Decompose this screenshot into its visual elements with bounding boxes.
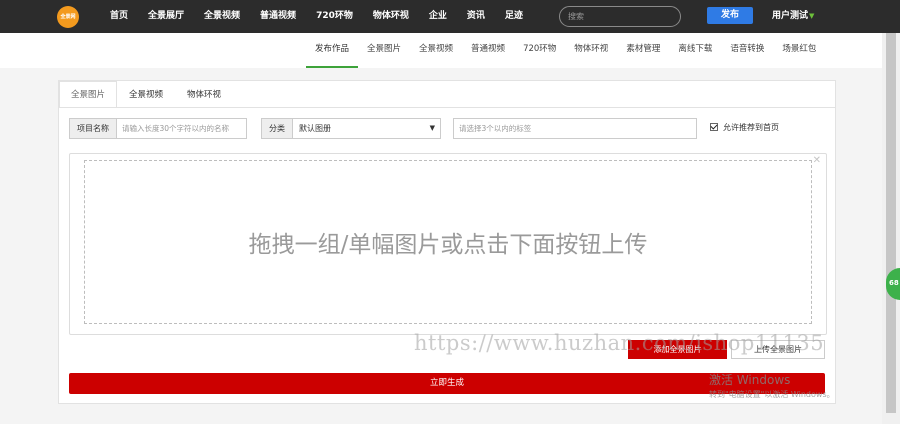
nav-panorama-hall[interactable]: 全景展厅	[138, 0, 194, 33]
subnav-panorama-image[interactable]: 全景图片	[358, 33, 410, 68]
recommend-checkbox[interactable]	[710, 123, 718, 131]
close-icon[interactable]: ✕	[813, 156, 821, 166]
nav-enterprise[interactable]: 企业	[419, 0, 457, 33]
project-name-input[interactable]	[117, 119, 246, 138]
search-input[interactable]	[559, 6, 681, 27]
nav-home[interactable]: 首页	[100, 0, 138, 33]
user-name: 用户测试	[772, 11, 809, 21]
category-group: 分类 默认图册 ▼	[261, 118, 441, 139]
category-select[interactable]: 默认图册 ▼	[293, 119, 440, 138]
category-value: 默认图册	[299, 124, 331, 133]
publish-button[interactable]: 发布	[707, 7, 753, 24]
subnav-720-object[interactable]: 720环物	[514, 33, 565, 68]
subnav-normal-video[interactable]: 普通视频	[462, 33, 514, 68]
upload-tabs: 全景图片 全景视频 物体环视	[59, 81, 233, 108]
tags-input[interactable]	[453, 118, 697, 139]
upload-drop-area[interactable]: 拖拽一组/单幅图片或点击下面按钮上传 ✕	[69, 153, 827, 335]
caret-down-icon: ▼	[809, 12, 815, 20]
project-name-group: 项目名称	[69, 118, 247, 139]
upload-panel: 全景图片 全景视频 物体环视 项目名称 分类 默认图册 ▼ 允许推荐到首页 拖拽…	[58, 80, 836, 404]
side-badge: 68	[889, 279, 899, 287]
top-navbar: 全景网 首页 全景展厅 全景视频 普通视频 720环物 物体环视 企业 资讯 足…	[0, 0, 900, 33]
category-label: 分类	[262, 119, 293, 138]
recommend-option[interactable]: 允许推荐到首页	[710, 120, 779, 134]
watermark-text: https://www.huzhan.com/ishop11135	[414, 331, 825, 355]
nav-footprint[interactable]: 足迹	[495, 0, 533, 33]
scrollbar-thumb[interactable]	[886, 33, 896, 413]
user-menu[interactable]: 用户测试▼	[772, 0, 814, 33]
subnav-offline-download[interactable]: 离线下载	[669, 33, 721, 68]
subnav-asset-manage[interactable]: 素材管理	[617, 33, 669, 68]
tab-object-view[interactable]: 物体环视	[175, 81, 233, 108]
site-logo[interactable]: 全景网	[57, 6, 79, 28]
drop-hint: 拖拽一组/单幅图片或点击下面按钮上传	[248, 232, 648, 258]
tabs-divider	[59, 107, 835, 108]
tab-panorama-image[interactable]: 全景图片	[59, 81, 118, 108]
windows-activation-sub: 转到"电脑设置"以激活 Windows。	[709, 390, 835, 399]
sub-nav: 发布作品 全景图片 全景视频 普通视频 720环物 物体环视 素材管理 离线下载…	[306, 33, 825, 68]
windows-activation-title: 激活 Windows	[709, 373, 791, 387]
sub-navbar: 发布作品 全景图片 全景视频 普通视频 720环物 物体环视 素材管理 离线下载…	[0, 33, 900, 68]
nav-normal-video[interactable]: 普通视频	[250, 0, 306, 33]
subnav-publish-work[interactable]: 发布作品	[306, 33, 359, 68]
subnav-object-view[interactable]: 物体环视	[565, 33, 617, 68]
recommend-label: 允许推荐到首页	[723, 122, 779, 132]
subnav-scene-redpacket[interactable]: 场景红包	[773, 33, 825, 68]
subnav-panorama-video[interactable]: 全景视频	[410, 33, 462, 68]
dropdown-arrow-icon: ▼	[429, 124, 435, 132]
drop-zone[interactable]: 拖拽一组/单幅图片或点击下面按钮上传	[84, 160, 812, 324]
nav-object-view[interactable]: 物体环视	[363, 0, 419, 33]
main-nav: 首页 全景展厅 全景视频 普通视频 720环物 物体环视 企业 资讯 足迹	[100, 0, 533, 33]
subnav-voice-convert[interactable]: 语音转换	[721, 33, 773, 68]
project-name-label: 项目名称	[70, 119, 117, 138]
nav-panorama-video[interactable]: 全景视频	[194, 0, 250, 33]
nav-720-object[interactable]: 720环物	[306, 0, 363, 33]
nav-news[interactable]: 资讯	[457, 0, 495, 33]
tab-panorama-video[interactable]: 全景视频	[117, 81, 175, 108]
